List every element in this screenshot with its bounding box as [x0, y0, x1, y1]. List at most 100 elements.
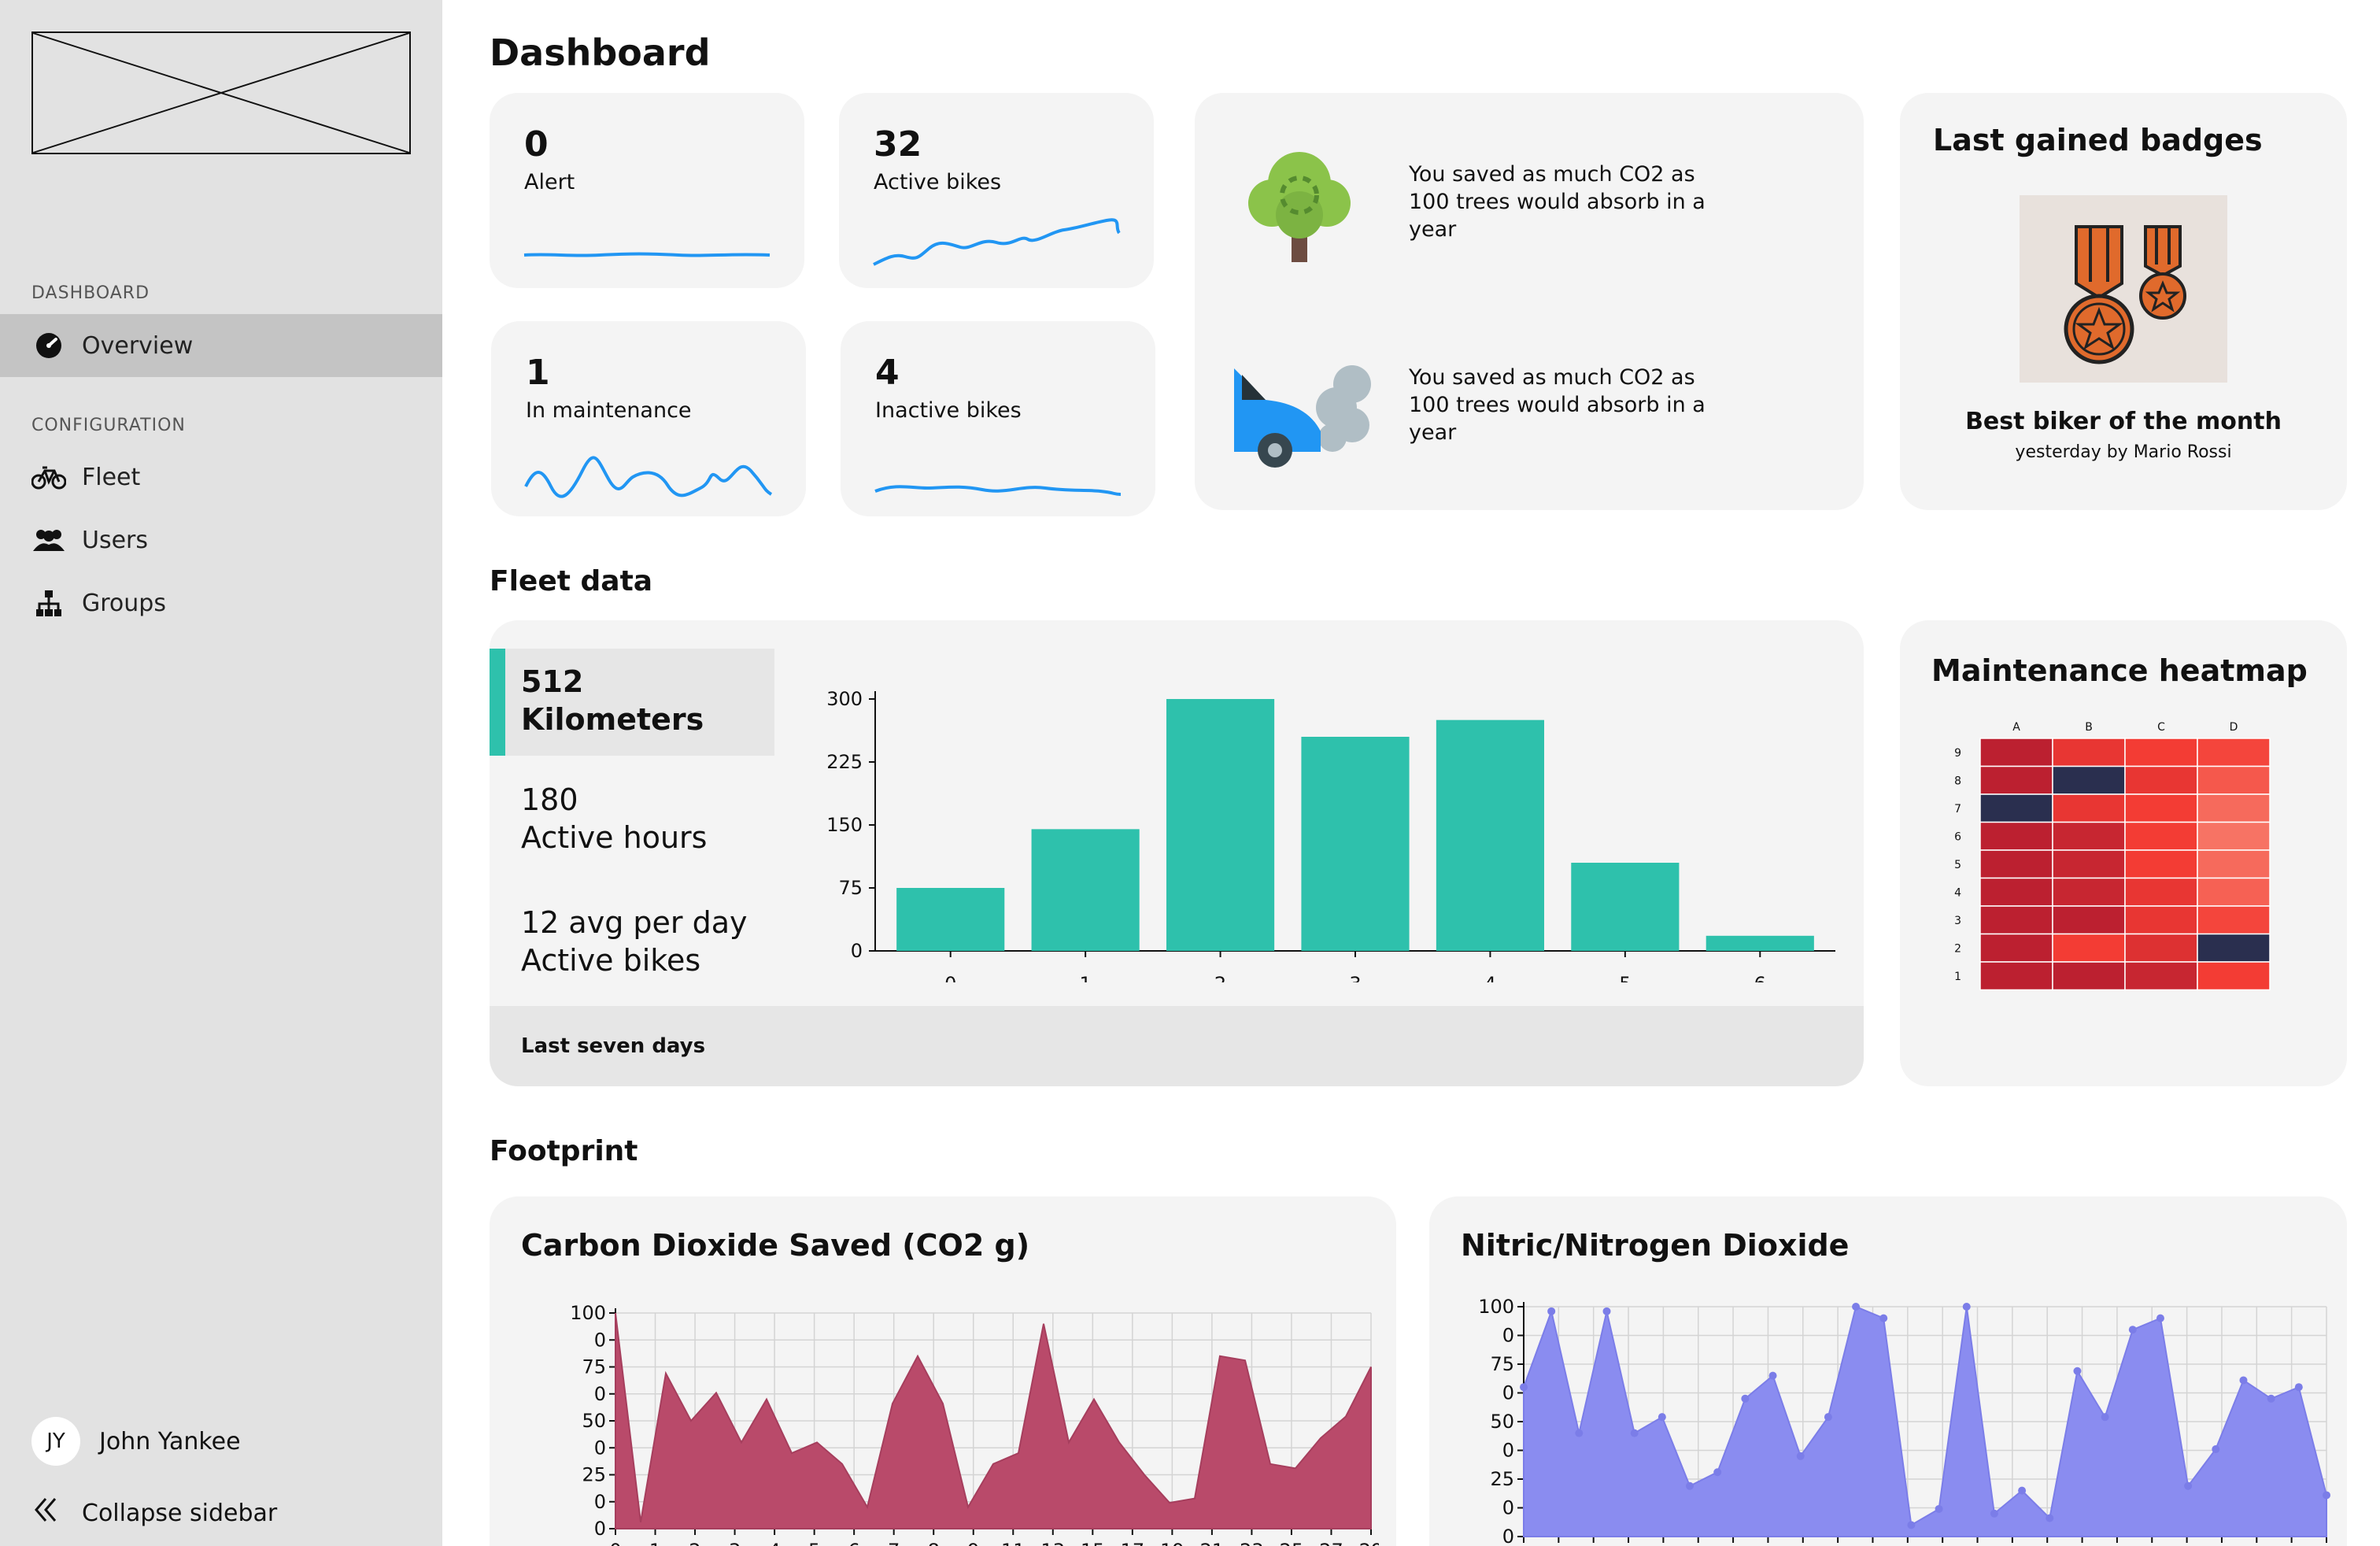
- y-tick-label: 0: [594, 1329, 606, 1351]
- y-tick-label: 0: [1502, 1382, 1514, 1404]
- x-tick-label: 6: [848, 1540, 860, 1546]
- no2-area-chart: 10007505002500012345678911111112222222: [1478, 1296, 2330, 1546]
- y-tick-label: 75: [1490, 1353, 1514, 1375]
- x-tick-label: 4: [768, 1540, 780, 1546]
- badges-card[interactable]: Last gained badges Best biker of the mon…: [1900, 93, 2347, 510]
- heatmap-cell: [2052, 905, 2126, 935]
- y-tick-label: 300: [826, 688, 863, 710]
- page-title: Dashboard: [490, 31, 711, 74]
- metric-tab-active-hours[interactable]: 180 Active hours: [490, 781, 774, 856]
- heatmap-cell: [2197, 905, 2271, 935]
- data-point: [2323, 1491, 2330, 1500]
- heatmap-cell: [2052, 793, 2126, 823]
- x-tick-label: 0: [609, 1540, 621, 1546]
- avatar: JY: [31, 1417, 80, 1466]
- x-tick-label: 25: [1280, 1540, 1304, 1546]
- y-tick-label: 0: [1502, 1497, 1514, 1519]
- stat-value: 4: [875, 353, 900, 393]
- heatmap-cell: [2197, 961, 2271, 991]
- metric-label: Kilometers: [521, 702, 704, 737]
- y-tick-label: 0: [594, 1437, 606, 1459]
- maintenance-heatmap: A B C D 9 8 7 6 5 4 3 2 1: [1954, 721, 2271, 991]
- row-label: 7: [1954, 803, 1961, 816]
- data-point: [2018, 1486, 2027, 1495]
- row-label: 6: [1954, 830, 1961, 843]
- sidebar: DASHBOARD Overview CONFIGURATION Fleet U…: [0, 0, 442, 1546]
- tree-icon: [1240, 140, 1358, 266]
- heatmap-cell: [2052, 877, 2126, 907]
- row-label: 4: [1954, 886, 1961, 899]
- x-tick-label: 11: [1001, 1540, 1026, 1546]
- bicycle-icon: [31, 460, 66, 494]
- collapse-sidebar-button[interactable]: Collapse sidebar: [31, 1496, 277, 1531]
- data-point: [1824, 1413, 1832, 1422]
- heatmap-cell: [2197, 821, 2271, 851]
- row-label: 3: [1954, 915, 1961, 927]
- stat-card-alert[interactable]: 0 Alert: [490, 93, 804, 288]
- heatmap-cell: [2052, 933, 2126, 963]
- y-tick-label: 0: [1502, 1440, 1514, 1462]
- co2-chart-card: Carbon Dioxide Saved (CO2 g) 100 0 75 0 50 0 2…: [490, 1196, 1396, 1546]
- sidebar-item-groups[interactable]: Groups: [0, 571, 442, 634]
- metric-value: 180: [521, 782, 578, 817]
- heatmap-cell: [2124, 821, 2198, 851]
- row-label: 9: [1954, 747, 1961, 760]
- metric-tab-active-bikes[interactable]: 12 avg per day Active bikes: [490, 904, 774, 979]
- x-tick-label: 0: [944, 973, 956, 982]
- fleet-data-card: 512 Kilometers 180 Active hours 12 avg p…: [490, 620, 1864, 1086]
- heatmap-cell: [2052, 738, 2126, 767]
- sidebar-item-users[interactable]: Users: [0, 509, 442, 571]
- heatmap-cell: [2052, 821, 2126, 851]
- column-label: B: [2085, 721, 2093, 734]
- stat-card-in-maintenance[interactable]: 1 In maintenance: [491, 321, 806, 516]
- heatmap-cell: [1979, 793, 2053, 823]
- x-tick-label: 4: [1484, 973, 1496, 982]
- metric-tab-kilometers[interactable]: 512 Kilometers: [490, 649, 774, 756]
- user-profile[interactable]: JY John Yankee: [31, 1417, 241, 1466]
- user-name: John Yankee: [99, 1427, 241, 1455]
- heatmap-cell: [2124, 849, 2198, 879]
- heatmap-cell: [1979, 933, 2053, 963]
- data-point: [2046, 1514, 2054, 1522]
- sidebar-item-label: Groups: [82, 589, 166, 617]
- gauge-icon: [31, 328, 66, 363]
- data-point: [1686, 1481, 1694, 1490]
- bar: [1166, 699, 1275, 951]
- x-tick-label: 29: [1359, 1540, 1379, 1546]
- metric-value: 12 avg per day: [521, 905, 748, 940]
- data-point: [2156, 1314, 2164, 1322]
- logo-placeholder: [31, 31, 411, 154]
- sidebar-item-overview[interactable]: Overview: [0, 314, 442, 377]
- stat-label: Alert: [524, 170, 575, 194]
- collapse-label: Collapse sidebar: [82, 1500, 278, 1527]
- y-tick-label: 75: [838, 877, 863, 899]
- x-tick-label: 3: [1349, 973, 1361, 982]
- x-tick-label: 2: [689, 1540, 700, 1546]
- heatmap-cell: [2124, 765, 2198, 795]
- stat-card-active-bikes[interactable]: 32 Active bikes: [839, 93, 1154, 288]
- stat-label: Inactive bikes: [875, 398, 1022, 423]
- y-tick-label: 0: [851, 940, 863, 962]
- x-tick-label: 6: [1754, 973, 1766, 982]
- co2-chart-title: Carbon Dioxide Saved (CO2 g): [521, 1228, 1030, 1263]
- stat-card-inactive-bikes[interactable]: 4 Inactive bikes: [841, 321, 1155, 516]
- stat-value: 32: [874, 124, 922, 165]
- bar: [1706, 935, 1814, 951]
- fleet-section-title: Fleet data: [490, 565, 653, 597]
- data-point: [1962, 1303, 1971, 1311]
- data-point: [1796, 1452, 1805, 1460]
- co2-area-chart: 1000750500250001234567891113151719212325…: [570, 1302, 1379, 1546]
- heatmap-cell: [2124, 738, 2198, 767]
- row-label: 5: [1954, 859, 1961, 871]
- no2-chart-card: Nitric/Nitrogen Dioxide 1000750500250001…: [1429, 1196, 2347, 1546]
- sidebar-item-fleet[interactable]: Fleet: [0, 446, 442, 509]
- stat-label: In maintenance: [526, 398, 692, 423]
- x-tick-label: 19: [1160, 1540, 1184, 1546]
- y-tick-label: 0: [594, 1491, 606, 1513]
- heatmap-card: Maintenance heatmap A B C D 9 8 7 6 5 4 3 2 1: [1900, 620, 2347, 1086]
- heatmap-cell: [2197, 765, 2271, 795]
- metric-label: Active bikes: [521, 943, 701, 978]
- data-point: [1630, 1429, 1639, 1437]
- data-point: [1768, 1371, 1777, 1380]
- x-tick-label: 3: [729, 1540, 741, 1546]
